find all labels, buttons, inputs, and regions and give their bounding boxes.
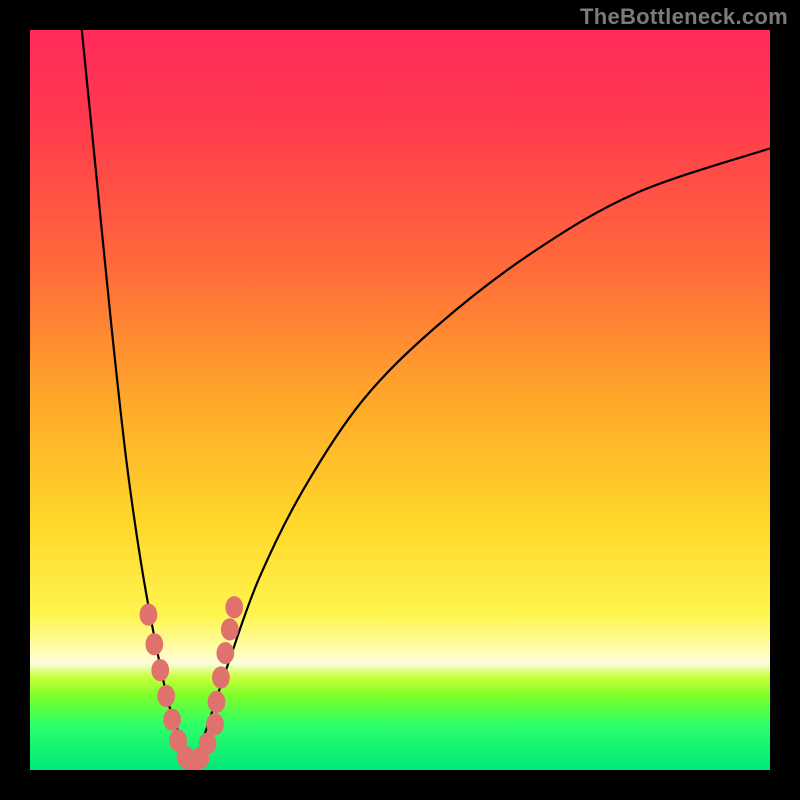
series-right-branch	[193, 148, 770, 770]
chart-svg	[30, 30, 770, 770]
scatter-group	[140, 596, 244, 770]
scatter-point	[157, 685, 175, 707]
scatter-point	[212, 666, 230, 688]
scatter-point	[145, 633, 163, 655]
scatter-point	[206, 713, 224, 735]
scatter-point	[199, 732, 217, 754]
scatter-point	[208, 691, 226, 713]
series-left-branch	[82, 30, 193, 770]
scatter-point	[151, 659, 169, 681]
chart-stage: TheBottleneck.com	[0, 0, 800, 800]
scatter-point	[221, 618, 239, 640]
series-group	[82, 30, 770, 770]
scatter-point	[225, 596, 243, 618]
scatter-point	[216, 642, 234, 664]
plot-area	[30, 30, 770, 770]
scatter-point	[163, 709, 181, 731]
watermark-text: TheBottleneck.com	[580, 6, 788, 28]
scatter-point	[140, 604, 158, 626]
